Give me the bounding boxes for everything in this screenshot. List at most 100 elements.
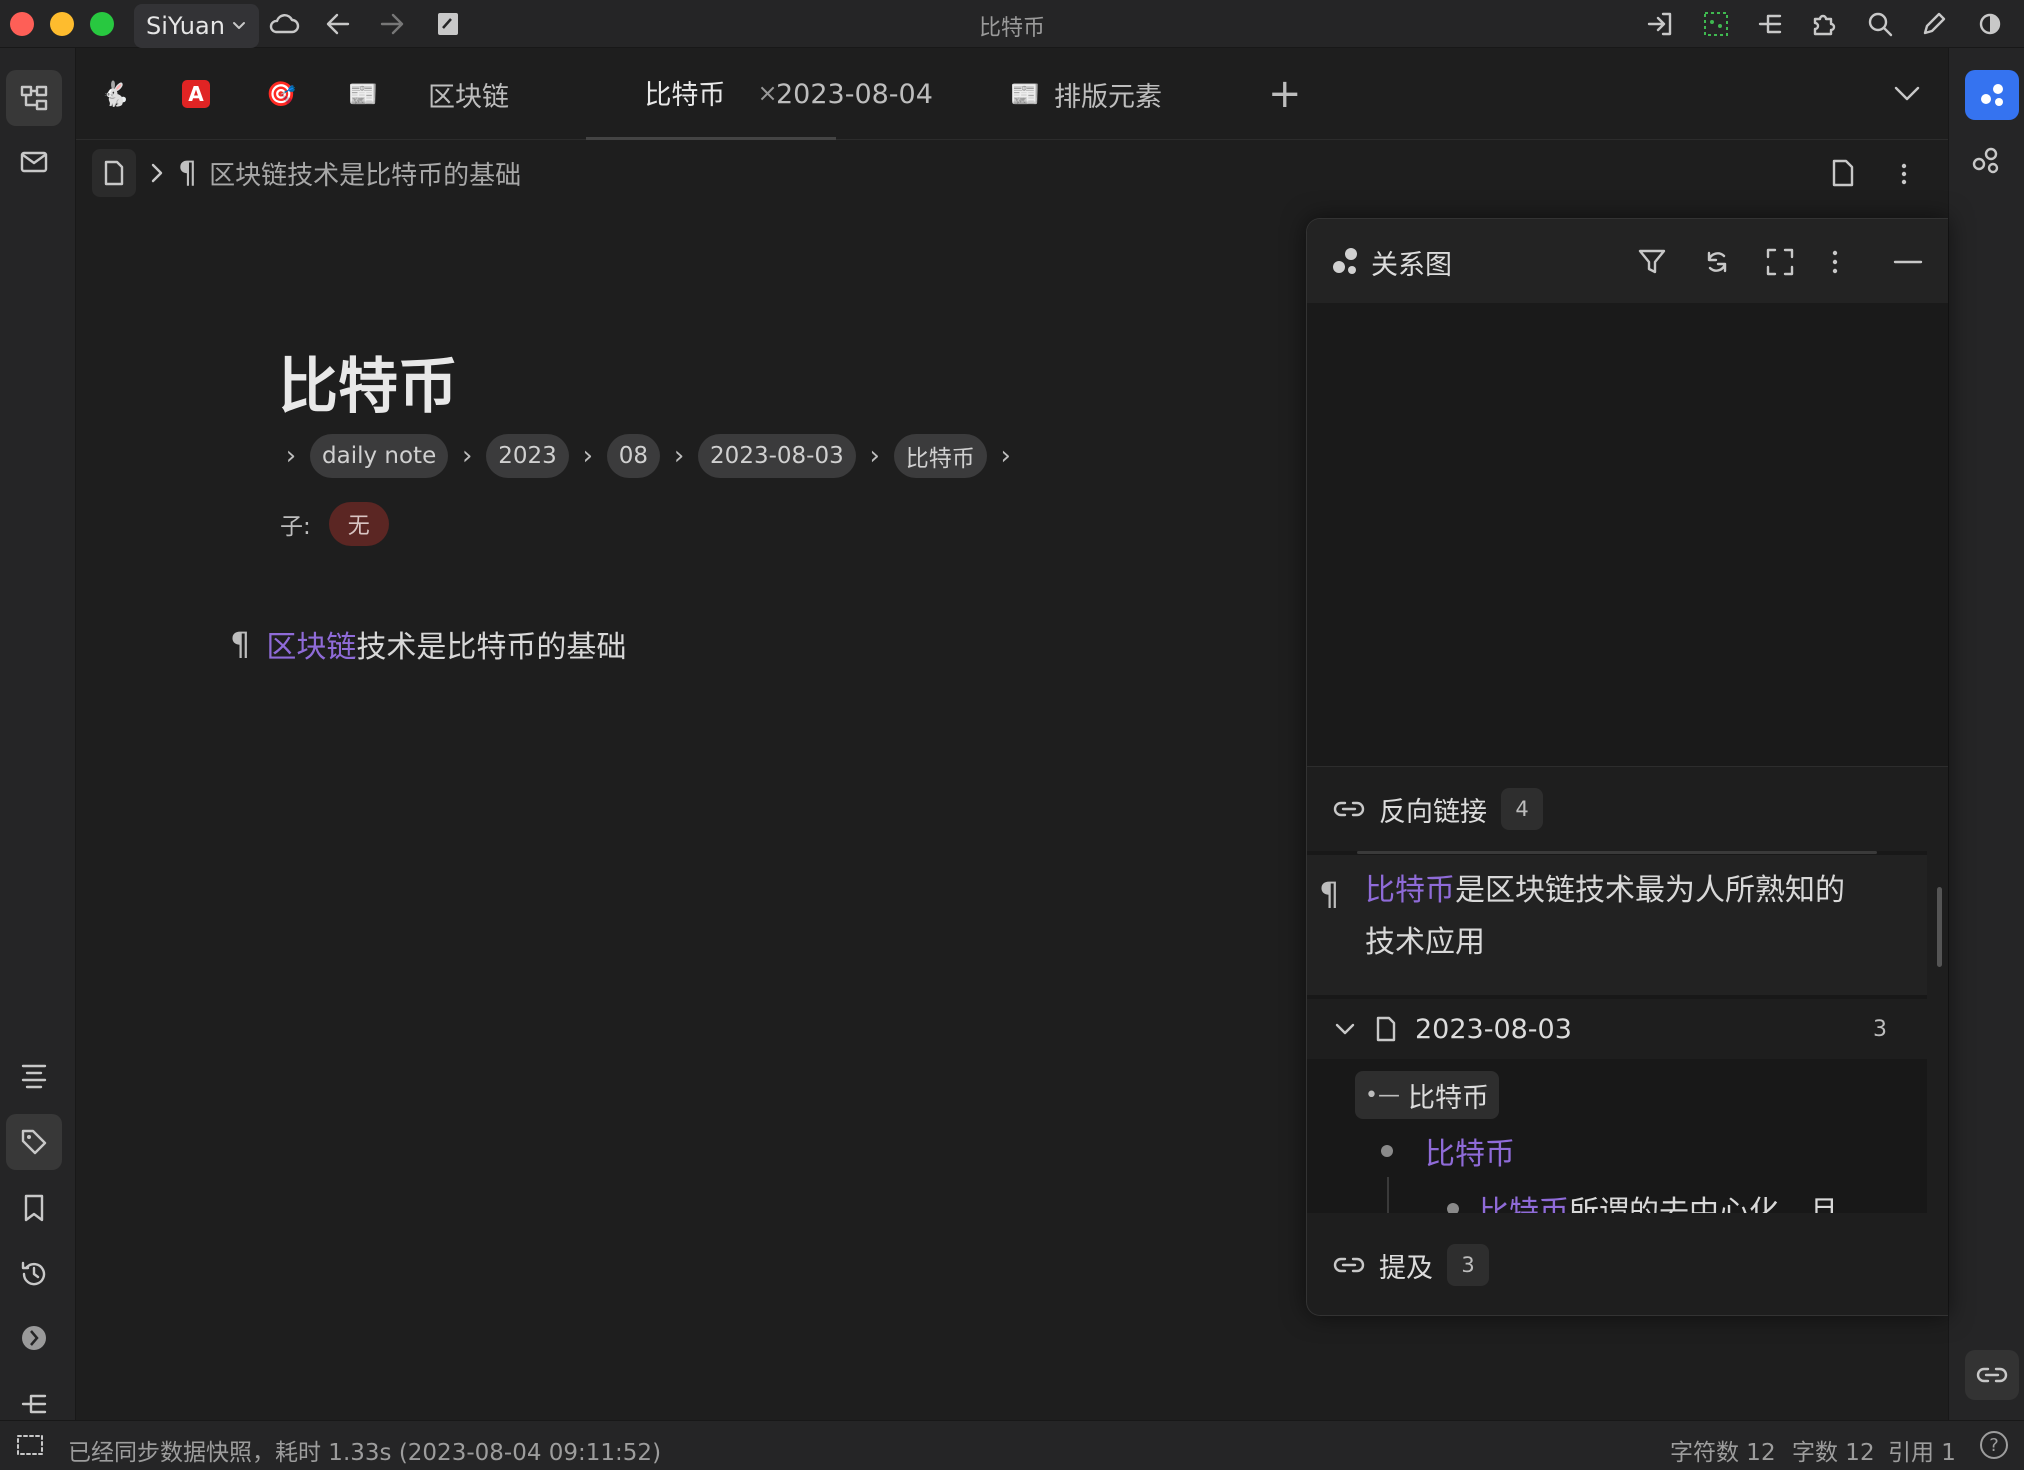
paragraph-icon: ¶: [230, 625, 251, 663]
divider: [1357, 851, 1877, 854]
tab-rabbit[interactable]: 🐇: [100, 48, 130, 140]
tab-label: 排版元素: [1054, 81, 1162, 113]
tab-target[interactable]: 🎯: [266, 48, 296, 140]
letter-a-icon: A: [182, 80, 210, 108]
graph-panel: 关系图 反向链接 4 ¶ 比特币是区块链技术最为人所熟知的 技术应用 2023-…: [1306, 218, 1948, 1316]
more-vertical-icon[interactable]: [1829, 249, 1841, 275]
graph-nodes-icon: [1981, 84, 2003, 106]
block-ref-link[interactable]: 比特币: [1365, 873, 1455, 908]
inbox-button[interactable]: [6, 134, 62, 190]
filter-icon[interactable]: [1637, 247, 1667, 277]
help-button[interactable]: ?: [1980, 1431, 2008, 1459]
theme-toggle-icon[interactable]: [1976, 10, 2004, 38]
tab-list-chevron-icon[interactable]: [1892, 82, 1922, 106]
heading-chip-label: 比特币: [1407, 1082, 1489, 1114]
fullscreen-icon[interactable]: [1765, 247, 1795, 277]
tab-a[interactable]: A: [182, 48, 210, 140]
backlink-group-count: 3: [1873, 1016, 1887, 1042]
block-ref-link[interactable]: 比特币: [1479, 1195, 1569, 1213]
refresh-icon[interactable]: [1703, 247, 1731, 277]
path-segment[interactable]: 2023-08-03: [698, 434, 856, 478]
bullet-dot: [1447, 1203, 1459, 1213]
minimize-panel-icon[interactable]: [1893, 259, 1923, 265]
word-count: 字数 12: [1792, 1440, 1875, 1466]
block-ref-link[interactable]: 比特币: [1425, 1129, 1515, 1173]
backlink-block[interactable]: ¶ 比特币是区块链技术最为人所熟知的 技术应用: [1307, 855, 1927, 995]
graph-canvas[interactable]: [1307, 303, 1948, 767]
link-icon: [1976, 1367, 2008, 1383]
tab-2023-08-04[interactable]: 2023-08-04: [776, 48, 933, 140]
newspaper-icon: 📰: [1010, 80, 1040, 108]
tab-label: 区块链: [428, 81, 509, 113]
dock-toggle-icon[interactable]: [16, 1433, 44, 1457]
file-tree-button[interactable]: [6, 70, 62, 126]
paragraph-block[interactable]: ¶ 区块链技术是比特币的基础: [230, 622, 626, 666]
global-graph-button[interactable]: [1969, 144, 2003, 178]
graph-grid-icon[interactable]: [1702, 10, 1730, 38]
backlink-group-doc: 2023-08-03: [1415, 1013, 1572, 1045]
char-count: 字符数 12: [1670, 1440, 1776, 1466]
link-icon: [1333, 801, 1365, 817]
new-tab-button[interactable]: +: [1268, 74, 1302, 114]
chevron-right-icon: ›: [1000, 441, 1011, 471]
backlinks-label: 反向链接: [1379, 796, 1487, 828]
chevron-right-icon: ›: [462, 441, 473, 471]
scrollbar[interactable]: [1937, 887, 1942, 967]
chevron-right-icon: ›: [869, 441, 880, 471]
backlinks-list[interactable]: ¶ 比特币是区块链技术最为人所熟知的 技术应用 2023-08-03 3 •— …: [1307, 851, 1927, 1213]
breadcrumb-doc-button[interactable]: [92, 149, 136, 197]
ai-circle-icon: [22, 1326, 46, 1350]
list-item[interactable]: 比特币: [1381, 1129, 1515, 1173]
left-dock: [0, 48, 76, 1420]
backlinks-dock-button[interactable]: [1965, 1350, 2019, 1400]
tags-button[interactable]: [6, 1114, 62, 1170]
more-vertical-icon[interactable]: [1898, 160, 1910, 188]
mentions-header[interactable]: 提及 3: [1307, 1223, 1948, 1307]
search-icon[interactable]: [1866, 10, 1894, 38]
tab-bar: 🐇 A 🎯 📰 区块链 比特币 × 2023-08-04 📰 排版元素 +: [76, 48, 1948, 140]
sign-in-icon[interactable]: [1646, 10, 1676, 38]
backlink-group-row[interactable]: 2023-08-03 3: [1307, 999, 1927, 1059]
tab-typesetting[interactable]: 📰 排版元素: [1010, 48, 1162, 140]
ai-button[interactable]: [6, 1310, 62, 1366]
doc-path: › daily note › 2023 › 08 › 2023-08-03 › …: [282, 432, 1015, 480]
tab-close-button[interactable]: ×: [757, 79, 777, 107]
backlink-text: 所谓的去中心化，且: [1569, 1195, 1839, 1213]
graph-panel-title: 关系图: [1371, 250, 1452, 281]
list-item[interactable]: 比特币所谓的去中心化，且: [1447, 1187, 1839, 1213]
breadcrumb: ¶ 区块链技术是比特币的基础: [92, 148, 521, 198]
chevron-right-icon: ›: [673, 441, 685, 471]
children-value-badge[interactable]: 无: [328, 502, 389, 546]
backlink-text: 是区块链技术最为人所熟知的: [1455, 873, 1845, 908]
outline-button[interactable]: [6, 1048, 62, 1104]
heading-chip[interactable]: •— 比特币: [1355, 1071, 1499, 1119]
path-segment[interactable]: 08: [606, 434, 661, 478]
chevron-down-icon[interactable]: [1333, 1019, 1357, 1039]
edit-pencil-icon[interactable]: [1920, 10, 1948, 38]
graph-panel-header: 关系图: [1307, 219, 1948, 303]
status-message: 已经同步数据快照，耗时 1.33s (2023-08-04 09:11:52): [68, 1440, 662, 1466]
history-button[interactable]: [6, 1246, 62, 1302]
block-ref-link[interactable]: 区块链: [266, 630, 356, 665]
breadcrumb-block[interactable]: 区块链技术是比特币的基础: [209, 155, 521, 192]
right-dock: [1948, 48, 2024, 1420]
path-segment[interactable]: 比特币: [893, 434, 987, 478]
document-icon: [104, 160, 124, 186]
bookmark-icon: [24, 1194, 44, 1222]
path-segment[interactable]: daily note: [310, 434, 449, 478]
tab-newspaper[interactable]: 📰: [348, 48, 378, 140]
outline-tree-icon[interactable]: [1756, 10, 1784, 38]
tab-label: 比特币: [644, 80, 726, 111]
status-bar: 已经同步数据快照，耗时 1.33s (2023-08-04 09:11:52) …: [0, 1420, 2024, 1470]
path-segment[interactable]: 2023: [486, 434, 569, 478]
doc-info-icon[interactable]: [1830, 158, 1856, 188]
graph-view-button[interactable]: [1965, 70, 2019, 120]
page-title[interactable]: 比特币: [278, 338, 458, 425]
paragraph-icon: ¶: [1319, 875, 1340, 913]
bookmarks-button[interactable]: [6, 1180, 62, 1236]
backlinks-header[interactable]: 反向链接 4: [1307, 767, 1948, 851]
plugin-puzzle-icon[interactable]: [1810, 10, 1838, 38]
document-icon: [1376, 1016, 1396, 1042]
history-clock-icon: [21, 1261, 46, 1286]
tab-blockchain[interactable]: 区块链: [428, 48, 509, 140]
